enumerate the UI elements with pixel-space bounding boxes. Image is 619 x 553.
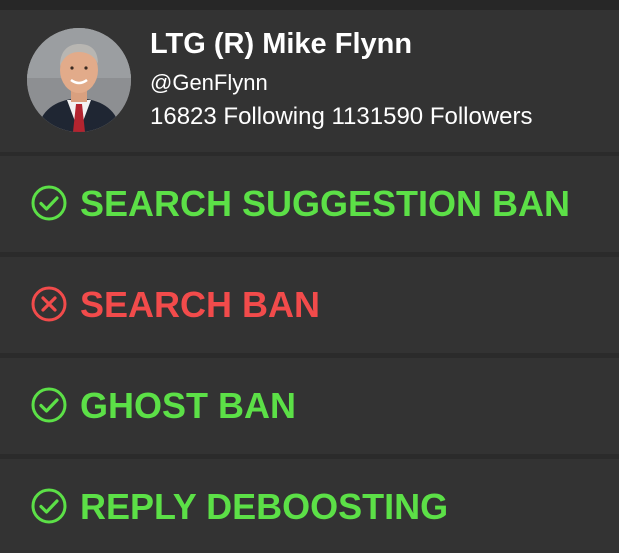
- check-label: REPLY DEBOOSTING: [80, 486, 449, 527]
- check-label: SEARCH BAN: [80, 284, 321, 325]
- x-circle-icon: [31, 286, 67, 322]
- top-divider: [0, 0, 619, 10]
- follow-stats: 16823 Following 1131590 Followers: [150, 103, 533, 131]
- profile-header: LTG (R) Mike Flynn @GenFlynn 16823 Follo…: [0, 10, 619, 152]
- followers-count: 1131590: [331, 103, 424, 130]
- check-label: GHOST BAN: [80, 385, 296, 426]
- check-row-reply-deboosting: REPLY DEBOOSTING: [0, 459, 619, 553]
- check-circle-icon: [31, 488, 67, 524]
- check-row-search-ban: SEARCH BAN: [0, 257, 619, 353]
- user-handle[interactable]: @GenFlynn: [150, 70, 268, 96]
- shadowban-result-card: LTG (R) Mike Flynn @GenFlynn 16823 Follo…: [0, 0, 619, 553]
- avatar: [27, 28, 131, 132]
- check-row-ghost-ban: GHOST BAN: [0, 358, 619, 454]
- following-count: 16823: [150, 103, 217, 130]
- following-label: Following: [223, 103, 325, 130]
- display-name[interactable]: LTG (R) Mike Flynn: [150, 28, 412, 61]
- check-circle-icon: [31, 185, 67, 221]
- check-label: SEARCH SUGGESTION BAN: [80, 183, 571, 224]
- check-row-search-suggestion-ban: SEARCH SUGGESTION BAN: [0, 156, 619, 252]
- followers-label: Followers: [429, 103, 533, 130]
- check-circle-icon: [31, 387, 67, 423]
